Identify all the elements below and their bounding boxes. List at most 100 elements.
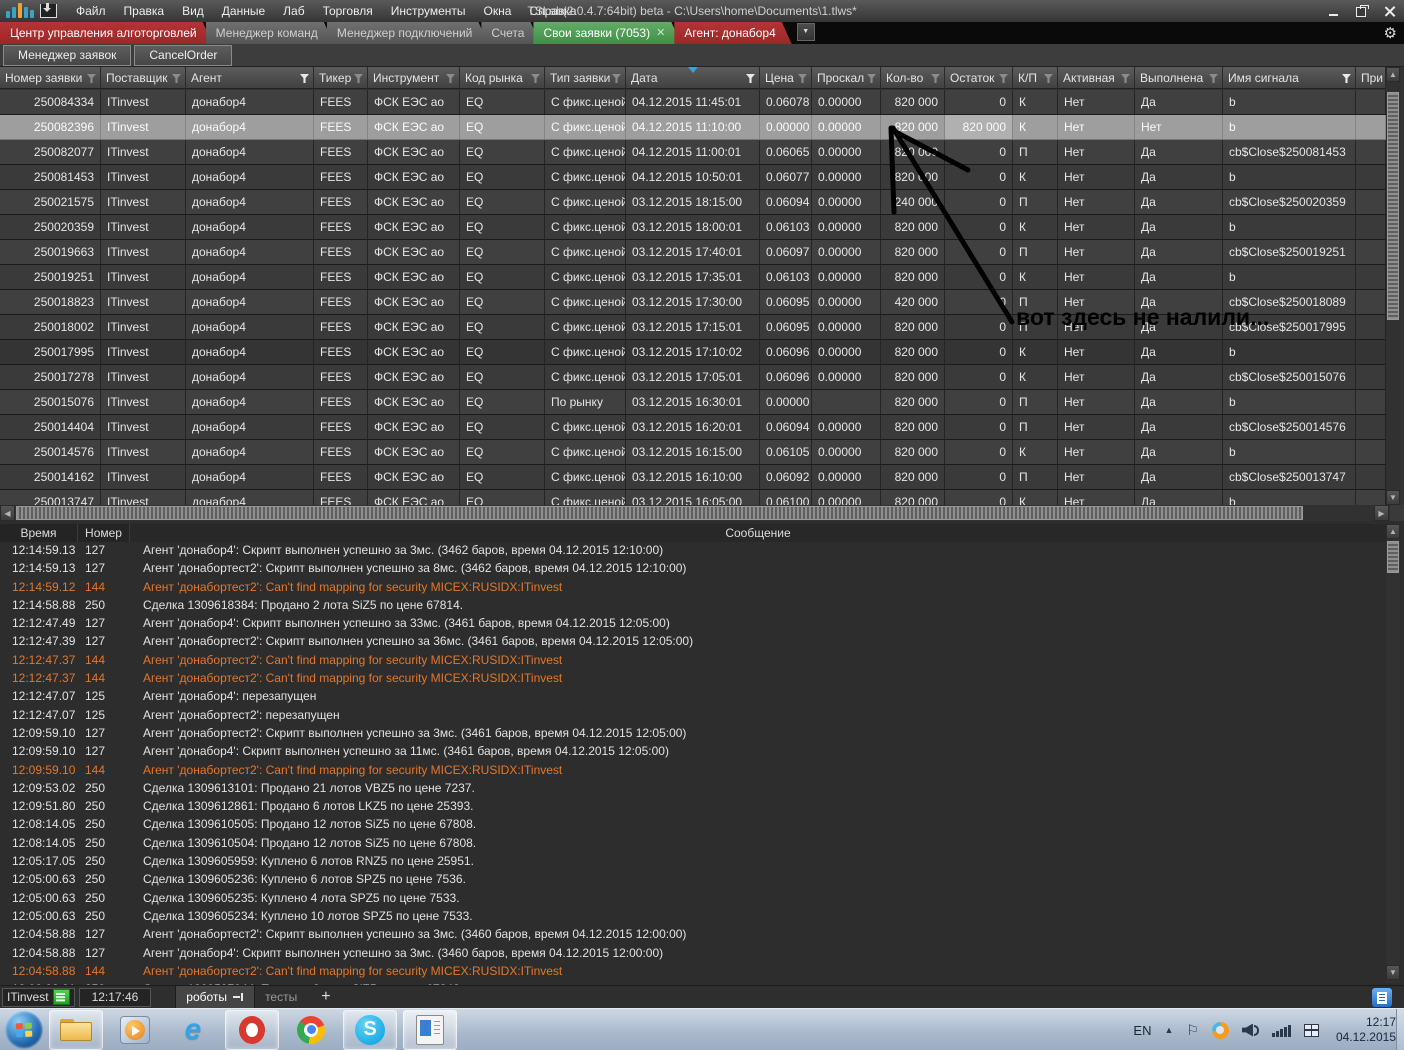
- column-header[interactable]: Проскал: [812, 67, 881, 89]
- column-header[interactable]: Имя сигнала: [1223, 67, 1356, 89]
- tab[interactable]: Свои заявки (7053) ✕: [533, 22, 681, 44]
- add-workspace-button[interactable]: +: [321, 989, 330, 1005]
- grid-horizontal-scrollbar[interactable]: ◀ ▶: [0, 505, 1404, 521]
- show-desktop-button[interactable]: [1396, 1009, 1404, 1050]
- notes-icon[interactable]: [1372, 988, 1392, 1007]
- log-column-time[interactable]: Время: [0, 524, 78, 542]
- order-row[interactable]: 250082396 ITinvest донабор4 FEES ФСК ЕЭС ао E…: [0, 115, 1386, 140]
- order-row[interactable]: 250017278 ITinvest донабор4 FEES ФСК ЕЭС ао E…: [0, 365, 1386, 390]
- menu-item[interactable]: Лаб: [274, 0, 313, 22]
- order-row[interactable]: 250015076 ITinvest донабор4 FEES ФСК ЕЭС ао E…: [0, 390, 1386, 415]
- grid-vertical-scrollbar[interactable]: ▲ ▼: [1386, 67, 1400, 505]
- taskbar-mediaplayer-button[interactable]: [109, 1011, 161, 1049]
- windows-tray-icon[interactable]: [1303, 1023, 1319, 1037]
- filter-icon[interactable]: [446, 74, 455, 83]
- action-center-flag-icon[interactable]: ⚐: [1186, 1022, 1199, 1039]
- start-button[interactable]: [5, 1010, 43, 1049]
- log-row[interactable]: 12:08:14.05 250 Сделка 1309610504: Продано…: [0, 836, 1386, 854]
- log-row[interactable]: 12:05:17.05 250 Сделка 1309605959: Куплено…: [0, 854, 1386, 872]
- log-row[interactable]: 12:09:53.02 250 Сделка 1309613101: Продано…: [0, 781, 1386, 799]
- menu-item[interactable]: Файл: [67, 0, 115, 22]
- filter-icon[interactable]: [999, 74, 1008, 83]
- tab[interactable]: Менеджер подключений: [327, 22, 489, 44]
- scroll-up-icon[interactable]: ▲: [1386, 67, 1400, 82]
- column-header[interactable]: Инструмент: [368, 67, 460, 89]
- scroll-down-icon[interactable]: ▼: [1386, 965, 1400, 980]
- tab[interactable]: Центр управления алготорговлей: [0, 22, 213, 44]
- tray-app-icon[interactable]: [1211, 1021, 1229, 1039]
- log-vertical-scrollbar[interactable]: ▲ ▼: [1386, 524, 1400, 983]
- menu-item[interactable]: Данные: [213, 0, 274, 22]
- log-row[interactable]: 12:12:47.49 127 Агент 'донабор4': Скрипт в…: [0, 616, 1386, 634]
- filter-icon[interactable]: [867, 74, 876, 83]
- taskbar-opera-button[interactable]: [225, 1009, 279, 1050]
- column-header[interactable]: Тикер: [314, 67, 368, 89]
- order-row[interactable]: 250014576 ITinvest донабор4 FEES ФСК ЕЭС ао E…: [0, 440, 1386, 465]
- filter-icon[interactable]: [931, 74, 940, 83]
- tab-dropdown-button[interactable]: ▼: [796, 23, 815, 41]
- tab[interactable]: Менеджер команд: [206, 22, 334, 44]
- order-row[interactable]: 250019251 ITinvest донабор4 FEES ФСК ЕЭС ао E…: [0, 265, 1386, 290]
- log-row[interactable]: 12:09:59.10 127 Агент 'донабор4': Скрипт в…: [0, 744, 1386, 762]
- taskbar-explorer-button[interactable]: [49, 1009, 103, 1050]
- taskbar-chrome-button[interactable]: [285, 1011, 337, 1049]
- menu-item[interactable]: Правка: [115, 0, 174, 22]
- column-header[interactable]: Остаток: [945, 67, 1013, 89]
- log-row[interactable]: 12:09:59.10 144 Агент 'донабортест2': Can'…: [0, 763, 1386, 781]
- column-header[interactable]: К/П: [1013, 67, 1058, 89]
- filter-icon[interactable]: [1209, 74, 1218, 83]
- filter-icon[interactable]: [746, 74, 755, 83]
- log-row[interactable]: 12:14:59.13 127 Агент 'донабор4': Скрипт в…: [0, 543, 1386, 561]
- log-row[interactable]: 12:12:47.39 127 Агент 'донабортест2': Скри…: [0, 634, 1386, 652]
- menu-item[interactable]: Окна: [475, 0, 521, 22]
- column-header[interactable]: Активная: [1058, 67, 1135, 89]
- log-vscroll-thumb[interactable]: [1387, 541, 1399, 573]
- log-row[interactable]: 12:12:47.07 125 Агент 'донабор4': перезапу…: [0, 689, 1386, 707]
- log-row[interactable]: 12:14:59.12 144 Агент 'донабортест2': Can'…: [0, 580, 1386, 598]
- column-header[interactable]: Тип заявки: [545, 67, 626, 89]
- order-row[interactable]: 250021575 ITinvest донабор4 FEES ФСК ЕЭС ао E…: [0, 190, 1386, 215]
- log-row[interactable]: 12:05:00.63 250 Сделка 1309605236: Куплено…: [0, 872, 1386, 890]
- workspace-tab-testy[interactable]: тесты: [255, 986, 307, 1008]
- column-header[interactable]: Номер заявки: [0, 67, 101, 89]
- log-row[interactable]: 12:04:58.88 127 Агент 'донабор4': Скрипт в…: [0, 946, 1386, 964]
- filter-icon[interactable]: [300, 74, 309, 83]
- log-row[interactable]: 12:09:51.80 250 Сделка 1309612861: Продано…: [0, 799, 1386, 817]
- taskbar-ie-button[interactable]: e: [167, 1011, 219, 1049]
- order-row[interactable]: 250081453 ITinvest донабор4 FEES ФСК ЕЭС ао E…: [0, 165, 1386, 190]
- close-icon[interactable]: ✕: [656, 28, 665, 38]
- filter-icon[interactable]: [612, 74, 621, 83]
- tab[interactable]: Агент: донабор4: [674, 22, 791, 44]
- log-row[interactable]: 12:12:47.37 144 Агент 'донабортест2': Can'…: [0, 653, 1386, 671]
- column-header[interactable]: Цена: [760, 67, 812, 89]
- log-row[interactable]: 12:12:47.07 125 Агент 'донабортест2': пере…: [0, 708, 1386, 726]
- log-row[interactable]: 12:05:00.63 250 Сделка 1309605235: Куплено…: [0, 891, 1386, 909]
- menu-item[interactable]: Инструменты: [382, 0, 475, 22]
- log-row[interactable]: 12:04:58.88 127 Агент 'донабортест2': Скри…: [0, 927, 1386, 945]
- menu-item[interactable]: Вид: [173, 0, 213, 22]
- toolbar-button[interactable]: Менеджер заявок: [3, 44, 132, 66]
- log-column-message[interactable]: Сообщение: [130, 524, 1386, 542]
- scroll-up-icon[interactable]: ▲: [1386, 524, 1400, 539]
- taskbar-skype-button[interactable]: S: [343, 1009, 397, 1050]
- order-row[interactable]: 250014404 ITinvest донабор4 FEES ФСК ЕЭС ао E…: [0, 415, 1386, 440]
- gear-icon[interactable]: ⚙: [1384, 26, 1397, 41]
- column-header[interactable]: Дата: [626, 67, 760, 89]
- filter-icon[interactable]: [1342, 74, 1351, 83]
- filter-icon[interactable]: [1121, 74, 1130, 83]
- grid-vscroll-thumb[interactable]: [1387, 92, 1399, 320]
- toolbar-button[interactable]: CancelOrder: [134, 44, 233, 66]
- language-indicator[interactable]: EN: [1133, 1023, 1151, 1038]
- log-row[interactable]: 12:08:14.05 250 Сделка 1309610505: Продано…: [0, 817, 1386, 835]
- column-header[interactable]: Агент: [186, 67, 314, 89]
- filter-icon[interactable]: [531, 74, 540, 83]
- order-row[interactable]: 250020359 ITinvest донабор4 FEES ФСК ЕЭС ао E…: [0, 215, 1386, 240]
- column-header[interactable]: Поставщик: [101, 67, 186, 89]
- volume-icon[interactable]: [1241, 1023, 1259, 1037]
- column-header[interactable]: При: [1356, 67, 1386, 89]
- network-icon[interactable]: [1271, 1024, 1291, 1037]
- log-row[interactable]: 12:14:59.13 127 Агент 'донабортест2': Скри…: [0, 561, 1386, 579]
- menu-item[interactable]: Торговля: [314, 0, 382, 22]
- log-row[interactable]: 12:12:47.37 144 Агент 'донабортест2': Can'…: [0, 671, 1386, 689]
- log-row[interactable]: 12:04:58.88 144 Агент 'донабортест2': Can'…: [0, 964, 1386, 982]
